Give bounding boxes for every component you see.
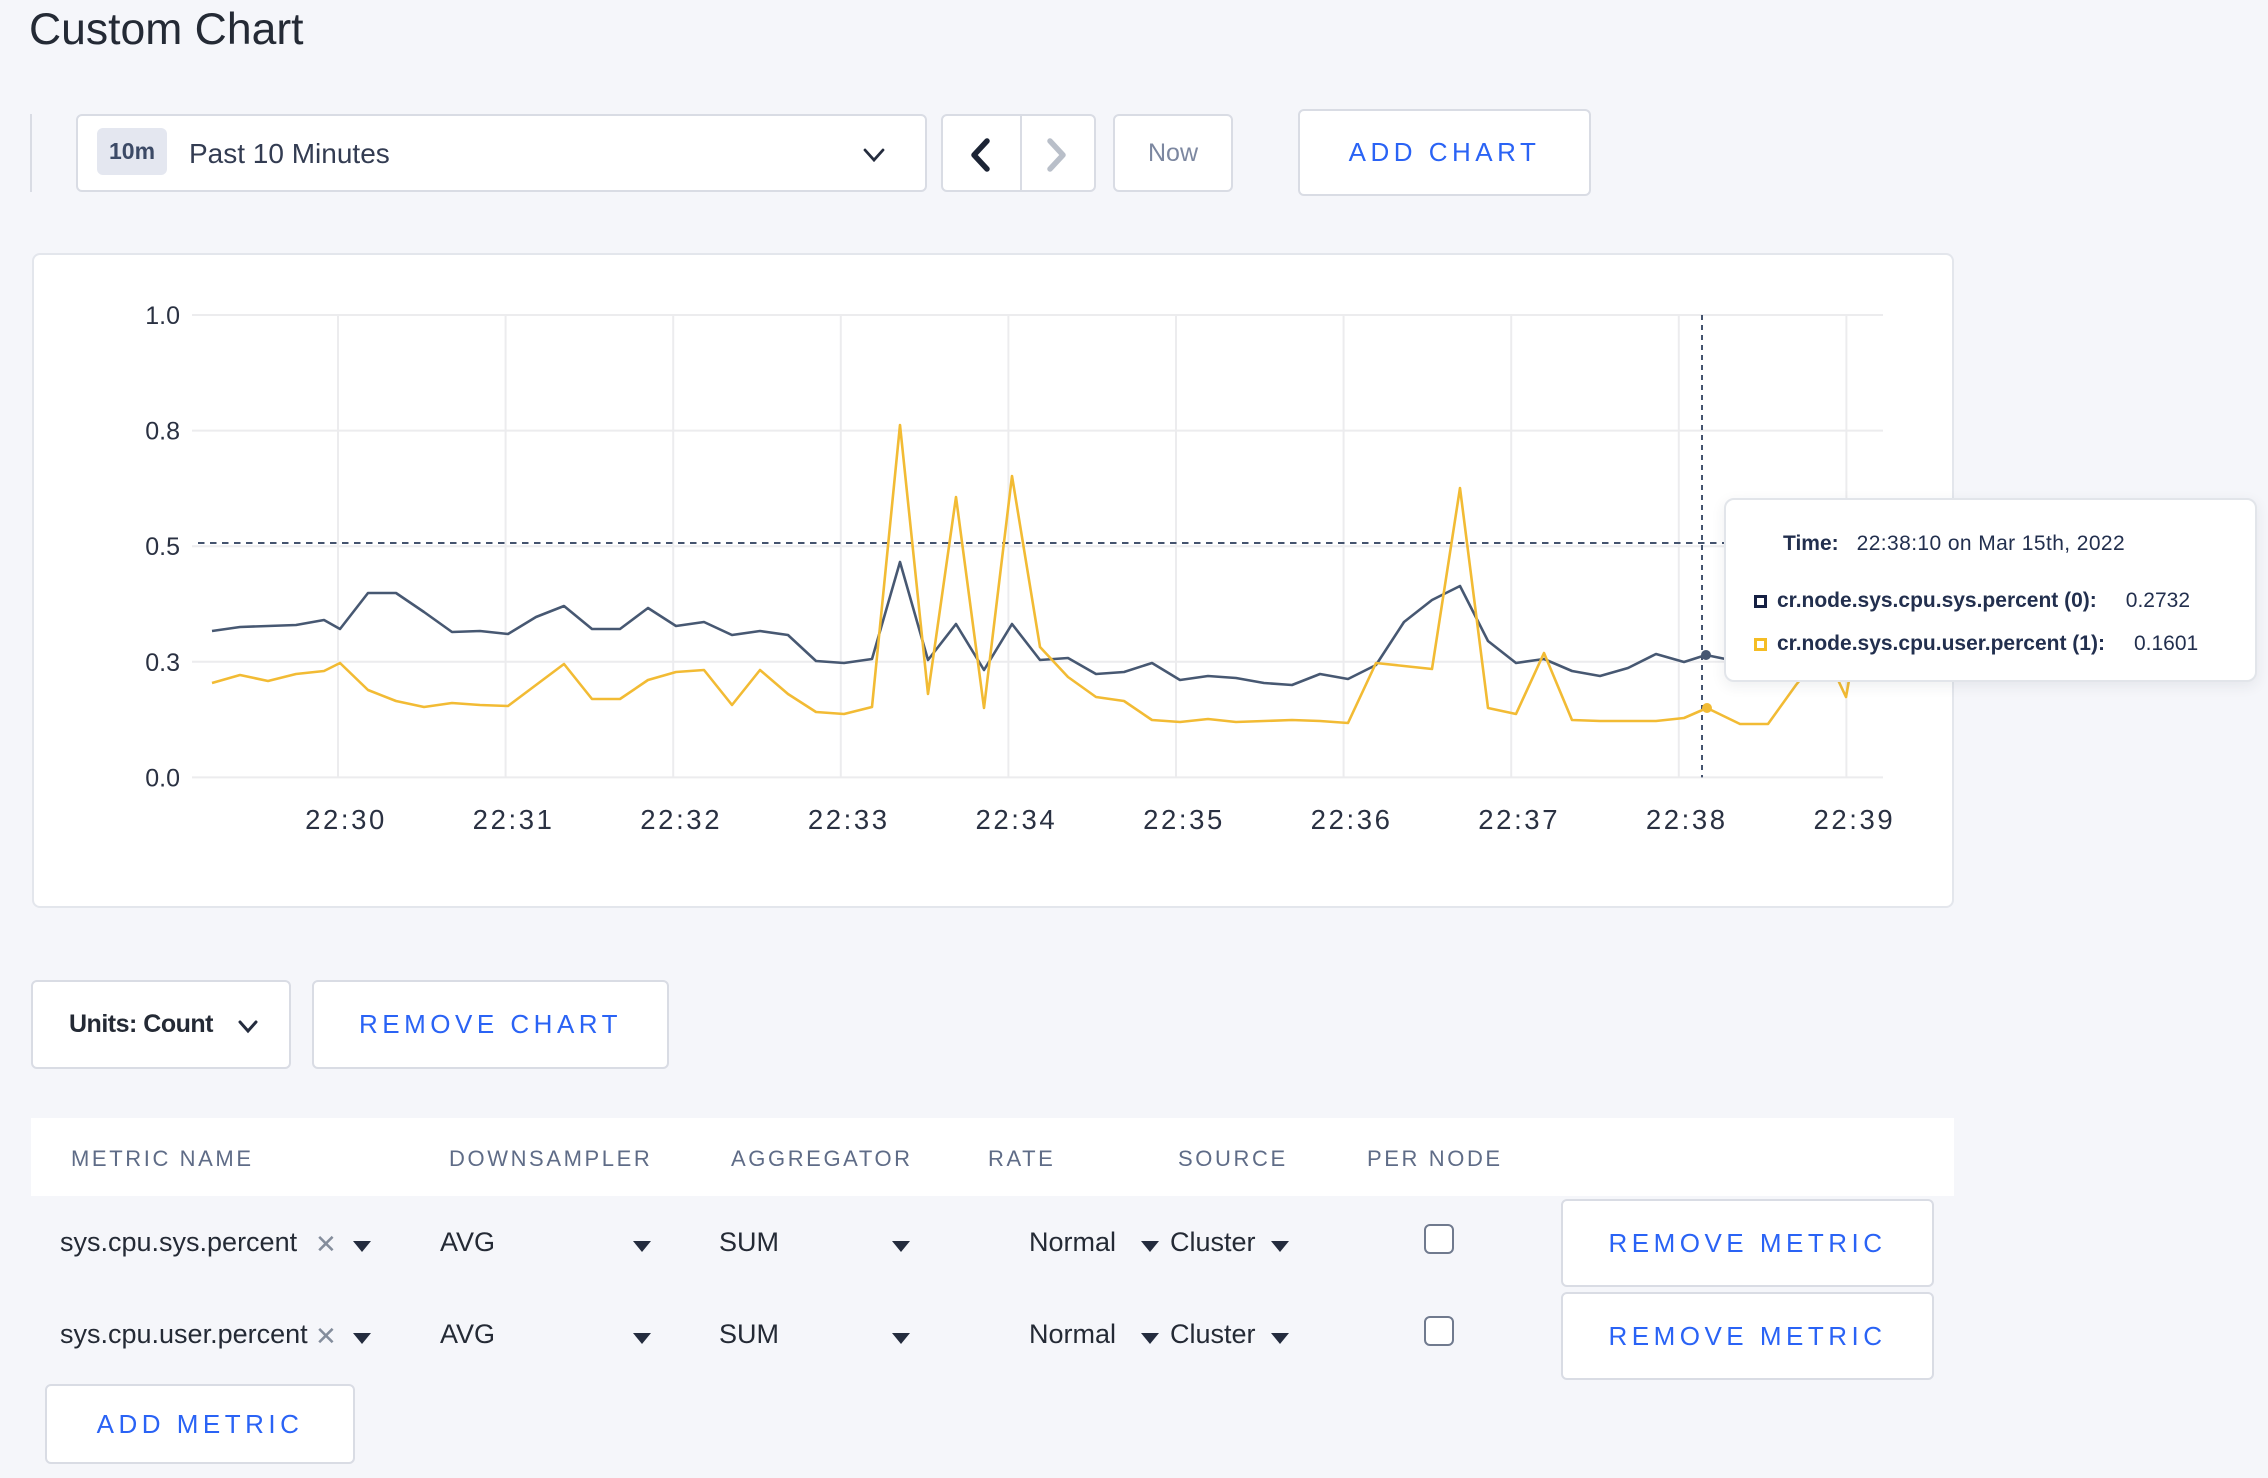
svg-text:0.3: 0.3 xyxy=(145,649,180,677)
svg-text:22:31: 22:31 xyxy=(473,804,555,835)
svg-text:0.0: 0.0 xyxy=(145,764,180,792)
svg-text:22:37: 22:37 xyxy=(1478,804,1560,835)
svg-text:22:32: 22:32 xyxy=(640,804,722,835)
svg-text:22:39: 22:39 xyxy=(1813,804,1895,835)
svg-text:22:38: 22:38 xyxy=(1646,804,1728,835)
svg-text:22:33: 22:33 xyxy=(808,804,890,835)
svg-text:22:36: 22:36 xyxy=(1311,804,1393,835)
svg-text:1.0: 1.0 xyxy=(145,302,180,330)
svg-text:0.5: 0.5 xyxy=(145,533,180,561)
svg-text:22:35: 22:35 xyxy=(1143,804,1225,835)
svg-text:22:30: 22:30 xyxy=(305,804,387,835)
svg-text:0.8: 0.8 xyxy=(145,418,180,446)
svg-text:22:34: 22:34 xyxy=(975,804,1057,835)
